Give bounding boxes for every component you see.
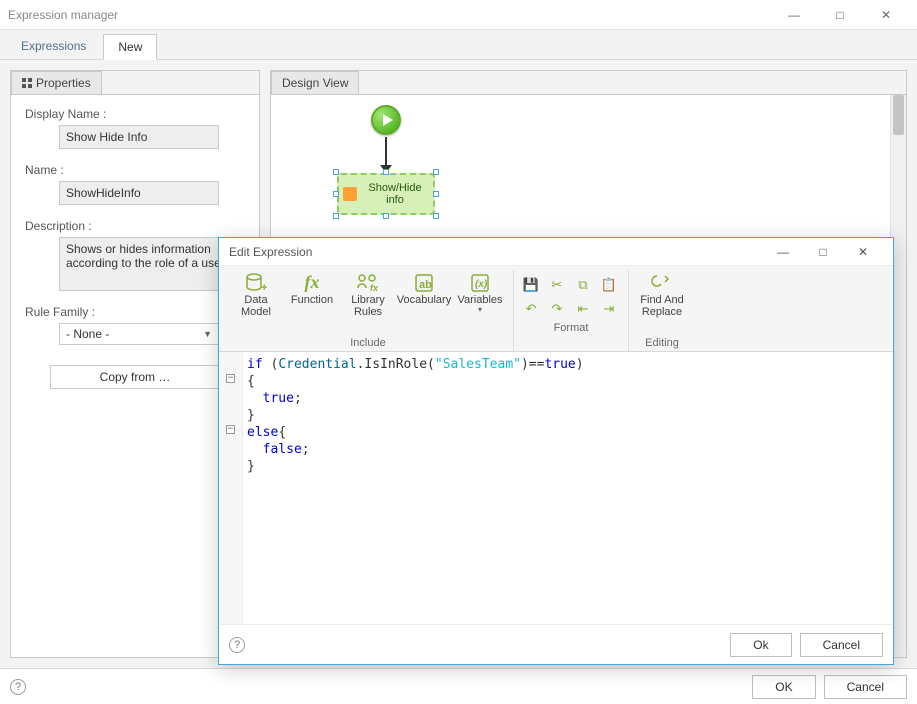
database-icon: +	[242, 272, 270, 294]
ribbon: + Data Model fx Function fx Library Rule…	[219, 266, 893, 352]
modal-maximize-button[interactable]: □	[803, 245, 843, 259]
editor-gutter: − −	[219, 352, 243, 624]
copy-icon[interactable]: ⧉	[574, 276, 592, 294]
tab-new[interactable]: New	[103, 34, 157, 60]
svg-text:+: +	[261, 282, 267, 293]
svg-text:(x): (x)	[475, 279, 488, 290]
display-name-label: Display Name :	[25, 107, 245, 121]
outdent-icon[interactable]: ⇤	[574, 300, 592, 318]
selection-handle[interactable]	[333, 213, 339, 219]
ribbon-group-editing: Find And Replace Editing	[629, 270, 695, 351]
design-view-tab[interactable]: Design View	[271, 71, 359, 94]
indent-icon[interactable]: ⇥	[600, 300, 618, 318]
find-replace-icon	[648, 272, 676, 294]
chevron-down-icon: ▾	[478, 306, 482, 315]
main-cancel-button[interactable]: Cancel	[824, 675, 907, 699]
rule-family-label: Rule Family :	[25, 305, 245, 319]
modal-title: Edit Expression	[229, 245, 763, 259]
ribbon-editing-label: Editing	[645, 335, 679, 351]
help-icon[interactable]: ?	[10, 679, 26, 695]
save-icon[interactable]: 💾	[522, 276, 540, 294]
selection-handle[interactable]	[433, 169, 439, 175]
main-dialog-footer: ? OK Cancel	[0, 668, 917, 704]
svg-text:ab: ab	[419, 279, 432, 291]
description-label: Description :	[25, 219, 245, 233]
name-field[interactable]: ShowHideInfo	[59, 181, 219, 205]
activity-node-show-hide[interactable]: Show/Hide info	[337, 173, 435, 215]
display-name-field[interactable]: Show Hide Info	[59, 125, 219, 149]
code-editor[interactable]: − − if (Credential.IsInRole("SalesTeam")…	[219, 352, 893, 624]
modal-help-icon[interactable]: ?	[229, 637, 245, 653]
modal-ok-button[interactable]: Ok	[730, 633, 791, 657]
undo-icon[interactable]: ↶	[522, 300, 540, 318]
variables-icon: (x)	[466, 272, 494, 294]
redo-icon[interactable]: ↷	[548, 300, 566, 318]
minimize-button[interactable]: —	[771, 0, 817, 30]
modal-close-button[interactable]: ✕	[843, 245, 883, 259]
modal-footer: ? Ok Cancel	[219, 624, 893, 664]
fold-icon[interactable]: −	[226, 374, 235, 383]
selection-handle[interactable]	[383, 213, 389, 219]
selection-handle[interactable]	[433, 191, 439, 197]
selection-handle[interactable]	[333, 191, 339, 197]
window-titlebar: Expression manager — □ ✕	[0, 0, 917, 30]
vocabulary-icon: ab	[410, 272, 438, 294]
rule-family-select[interactable]: - None - ▼	[59, 323, 219, 345]
ribbon-library-rules[interactable]: fx Library Rules	[343, 272, 393, 318]
modal-cancel-button[interactable]: Cancel	[800, 633, 883, 657]
ribbon-format-label: Format	[554, 320, 589, 336]
ribbon-find-replace[interactable]: Find And Replace	[637, 272, 687, 318]
copy-from-button[interactable]: Copy from …	[50, 365, 220, 389]
ribbon-variables[interactable]: (x) Variables ▾	[455, 272, 505, 315]
activity-icon	[343, 187, 357, 201]
connector	[385, 137, 387, 167]
ribbon-group-include: + Data Model fx Function fx Library Rule…	[223, 270, 514, 351]
modal-minimize-button[interactable]: —	[763, 245, 803, 259]
cut-icon[interactable]: ✂	[548, 276, 566, 294]
maximize-button[interactable]: □	[817, 0, 863, 30]
properties-tab[interactable]: Properties	[11, 71, 102, 94]
grid-icon	[22, 78, 32, 88]
code-content: if (Credential.IsInRole("SalesTeam")==tr…	[247, 356, 889, 475]
selection-handle[interactable]	[433, 213, 439, 219]
start-node[interactable]	[371, 105, 401, 135]
function-icon: fx	[298, 272, 326, 294]
selection-handle[interactable]	[383, 169, 389, 175]
ribbon-function[interactable]: fx Function	[287, 272, 337, 306]
main-ok-button[interactable]: OK	[752, 675, 815, 699]
window-title: Expression manager	[8, 8, 771, 22]
paste-icon[interactable]: 📋	[600, 276, 618, 294]
selection-handle[interactable]	[333, 169, 339, 175]
chevron-down-icon: ▼	[203, 329, 212, 339]
ribbon-group-format: 💾 ✂ ⧉ 📋 ↶ ↷ ⇤ ⇥ Format	[514, 270, 629, 351]
name-label: Name :	[25, 163, 245, 177]
svg-text:fx: fx	[370, 283, 379, 293]
close-button[interactable]: ✕	[863, 0, 909, 30]
ribbon-data-model[interactable]: + Data Model	[231, 272, 281, 318]
fold-icon[interactable]: −	[226, 425, 235, 434]
tab-expressions[interactable]: Expressions	[6, 33, 101, 59]
description-field[interactable]: Shows or hides information according to …	[59, 237, 239, 291]
modal-titlebar: Edit Expression — □ ✕	[219, 238, 893, 266]
ribbon-include-label: Include	[350, 335, 385, 351]
activity-label: Show/Hide info	[361, 182, 429, 206]
main-tabs: Expressions New	[0, 30, 917, 60]
ribbon-vocabulary[interactable]: ab Vocabulary	[399, 272, 449, 306]
edit-expression-dialog: Edit Expression — □ ✕ + Data Model fx Fu…	[218, 237, 894, 665]
scrollbar-thumb[interactable]	[893, 95, 904, 135]
library-icon: fx	[354, 272, 382, 294]
